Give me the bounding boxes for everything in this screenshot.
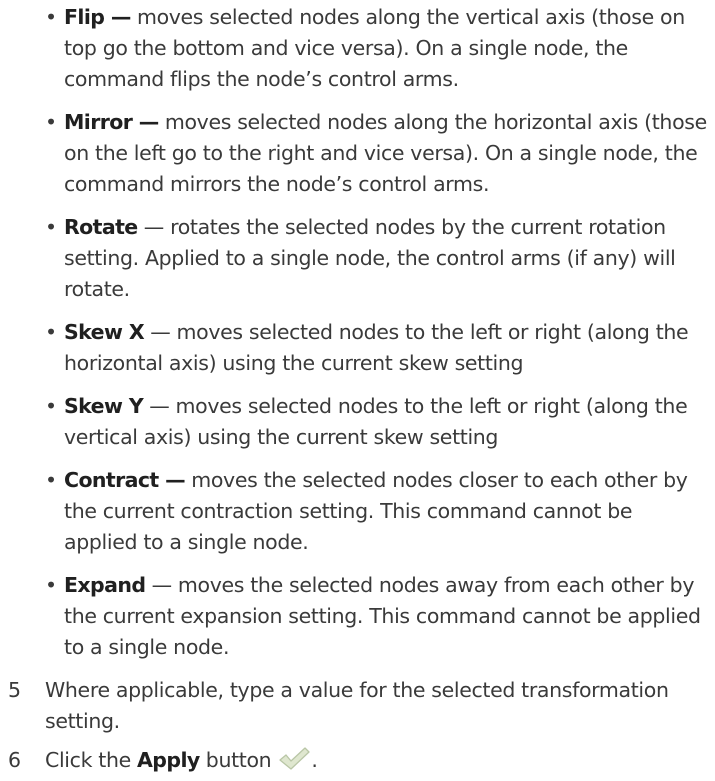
text-line: top go the bottom and vice versa). On a … [64,36,628,60]
bullet-marker: • [45,110,57,134]
text-line: to a single node. [64,635,230,659]
text-line: the current contraction setting. This co… [64,499,633,523]
text-line: setting. [45,709,120,733]
bullet-marker: • [45,573,57,597]
text-line: horizontal axis) using the current skew … [64,351,524,375]
list-item-text: Expand — moves the selected nodes away f… [64,570,715,663]
step-suffix: button [199,748,272,772]
list-item-text: Rotate — rotates the selected nodes by t… [64,212,715,305]
list-item-text: Skew Y — moves selected nodes to the lef… [64,391,715,453]
step-number: 5 [8,678,21,702]
checkmark-icon [277,746,311,772]
bullet-marker: • [45,394,57,418]
term-skew-x: Skew X [64,320,145,344]
bullet-marker: • [45,468,57,492]
bullet-marker: • [45,5,57,29]
term-rotate: Rotate [64,215,138,239]
text-line: on the left go to the right and vice ver… [64,141,698,165]
text-line: — moves selected nodes to the left or ri… [144,320,689,344]
term-flip: Flip — [64,5,131,29]
text-line: vertical axis) using the current skew se… [64,425,499,449]
term-contract: Contract — [64,468,186,492]
text-line: — moves the selected nodes away from eac… [145,573,695,597]
list-item-text: Skew X — moves selected nodes to the lef… [64,317,715,379]
text-line: setting. Applied to a single node, the c… [64,246,676,270]
text-line: moves selected nodes along the vertical … [130,5,685,29]
text-line: moves the selected nodes closer to each … [185,468,688,492]
text-line: — moves selected nodes to the left or ri… [143,394,688,418]
text-line: moves selected nodes along the horizonta… [158,110,707,134]
list-item-text: Flip — moves selected nodes along the ve… [64,2,715,95]
list-item-text: Contract — moves the selected nodes clos… [64,465,715,558]
bullet-marker: • [45,215,57,239]
step-text: Where applicable, type a value for the s… [45,675,705,737]
text-line: command mirrors the node’s control arms. [64,172,490,196]
step-number: 6 [8,748,21,772]
step-prefix: Click the [45,748,138,772]
text-line: command flips the node’s control arms. [64,67,459,91]
term-expand: Expand [64,573,146,597]
bullet-marker: • [45,320,57,344]
text-line: applied to a single node. [64,530,309,554]
step-end: . [311,748,318,772]
term-mirror: Mirror — [64,110,159,134]
text-line: Where applicable, type a value for the s… [45,678,669,702]
text-line: — rotates the selected nodes by the curr… [137,215,666,239]
list-item-text: Mirror — moves selected nodes along the … [64,107,715,200]
text-line: rotate. [64,277,130,301]
term-skew-y: Skew Y [64,394,144,418]
step-text: Click the Apply button . [45,745,705,776]
document-page: • Flip — moves selected nodes along the … [0,0,715,779]
text-line: the current expansion setting. This comm… [64,604,701,628]
apply-term: Apply [137,748,200,772]
